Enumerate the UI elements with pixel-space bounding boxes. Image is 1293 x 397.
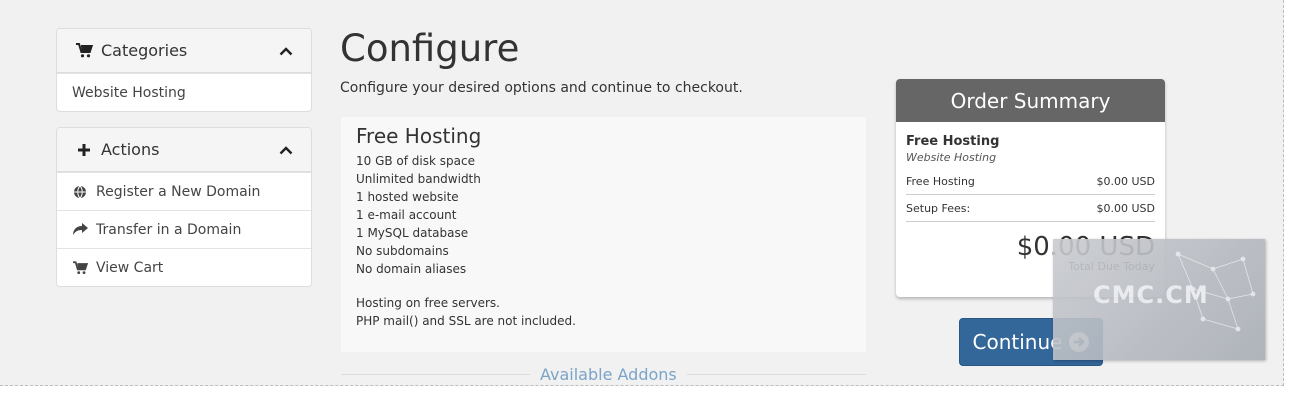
cart-icon [72,260,88,275]
categories-panel-header[interactable]: Categories [57,29,311,73]
watermark-logo: CMC.CM [1053,239,1265,360]
actions-panel: Actions Register a New Domain Transfer i… [56,127,312,287]
feature-line: 1 e-mail account [356,208,457,222]
action-view-cart[interactable]: View Cart [57,248,311,286]
page-title: Configure [340,27,520,70]
category-item-website-hosting[interactable]: Website Hosting [57,73,311,111]
feature-line: 10 GB of disk space [356,154,475,168]
feature-line: 1 MySQL database [356,226,469,240]
note-line: Hosting on free servers. [356,296,500,310]
category-item-label: Website Hosting [72,84,186,101]
product-notes: Hosting on free servers. PHP mail() and … [356,294,576,330]
summary-line-label: Free Hosting [906,174,975,188]
summary-product-group: Website Hosting [906,151,997,164]
summary-line-label: Setup Fees: [906,201,971,215]
share-arrow-icon [72,223,88,236]
actions-panel-header[interactable]: Actions [57,128,311,172]
page-subtitle: Configure your desired options and conti… [340,80,743,96]
categories-panel: Categories Website Hosting [56,28,312,112]
available-addons-heading: Available Addons [530,365,687,384]
action-label: Transfer in a Domain [96,221,242,238]
product-features: 10 GB of disk space Unlimited bandwidth … [356,152,481,278]
actions-title: Actions [101,140,160,159]
action-register-domain[interactable]: Register a New Domain [57,172,311,210]
summary-line: Setup Fees: $0.00 USD [906,195,1155,222]
summary-product-name: Free Hosting [906,134,1000,149]
globe-icon [72,185,88,199]
action-transfer-domain[interactable]: Transfer in a Domain [57,210,311,248]
product-name: Free Hosting [356,124,482,148]
page: Categories Website Hosting Actions Regis… [0,0,1284,386]
product-info-box: Free Hosting 10 GB of disk space Unlimit… [341,117,866,352]
feature-line: Unlimited bandwidth [356,172,481,186]
summary-line-value: $0.00 USD [1096,201,1156,215]
cart-icon [75,43,93,58]
summary-line: Free Hosting $0.00 USD [906,168,1155,195]
feature-line: No subdomains [356,244,449,258]
feature-line: 1 hosted website [356,190,459,204]
note-line: PHP mail() and SSL are not included. [356,314,576,328]
order-summary-title: Order Summary [896,79,1165,122]
continue-label: Continue [972,330,1063,354]
chevron-up-icon[interactable] [279,41,293,60]
watermark-text: CMC.CM [1093,281,1209,309]
categories-title: Categories [101,41,188,60]
action-label: View Cart [96,259,164,276]
action-label: Register a New Domain [96,183,261,200]
plus-icon [75,143,93,157]
summary-line-value: $0.00 USD [1096,174,1156,188]
chevron-up-icon[interactable] [279,140,293,159]
feature-line: No domain aliases [356,262,467,276]
